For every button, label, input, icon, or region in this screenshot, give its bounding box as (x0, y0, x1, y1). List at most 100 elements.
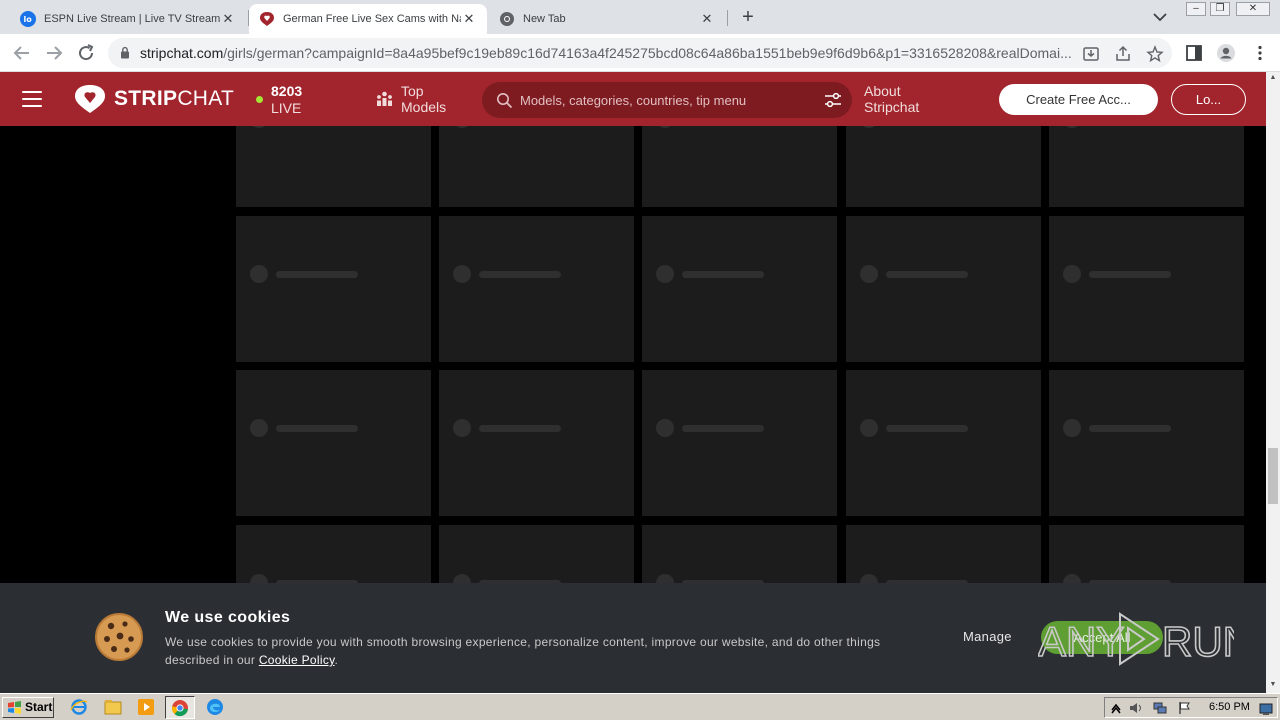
chrome-taskbar-button[interactable] (165, 696, 195, 719)
close-tab-icon[interactable]: ✕ (461, 11, 477, 27)
cookie-banner-title: We use cookies (165, 609, 291, 626)
avatar-placeholder (250, 419, 268, 437)
url-path: /girls/german?campaignId=8a4a95bef9c19eb… (223, 45, 1072, 61)
model-card-placeholder[interactable] (846, 126, 1041, 207)
stripchat-logo[interactable]: STRIPCHAT (74, 84, 234, 114)
cookie-icon (95, 613, 143, 661)
live-status-dot (256, 96, 263, 103)
tab-search-chevron-icon[interactable] (1150, 8, 1170, 26)
model-card-placeholder[interactable] (642, 126, 837, 207)
model-card-placeholder[interactable] (642, 216, 837, 362)
close-window-button[interactable]: ✕ (1236, 2, 1270, 16)
scrollbar-thumb[interactable] (1268, 448, 1278, 504)
internet-explorer-icon[interactable] (70, 698, 88, 716)
name-placeholder-bar (1089, 425, 1171, 432)
url-text: stripchat.com/girls/german?campaignId=8a… (140, 45, 1080, 61)
model-card-placeholder[interactable] (1049, 370, 1244, 516)
avatar-placeholder (860, 265, 878, 283)
name-placeholder-bar (886, 271, 968, 278)
model-card-placeholder[interactable] (642, 370, 837, 516)
windows-taskbar: Start 6:50 PM (0, 693, 1280, 720)
search-icon (497, 93, 513, 109)
show-desktop-icon[interactable] (1259, 702, 1273, 716)
search-input[interactable]: Models, categories, countries, tip menu (482, 82, 852, 118)
tab-divider (727, 10, 728, 26)
cookie-banner: We use cookies We use cookies to provide… (0, 583, 1266, 693)
avatar-placeholder (453, 419, 471, 437)
side-panel-icon[interactable] (1184, 43, 1204, 63)
model-card-placeholder[interactable] (1049, 126, 1244, 207)
cookie-banner-text: We use cookies to provide you with smoot… (165, 633, 905, 669)
model-card-placeholder[interactable] (236, 370, 431, 516)
bookmark-star-icon[interactable] (1146, 45, 1164, 63)
avatar-placeholder (656, 265, 674, 283)
edge-icon[interactable] (206, 698, 224, 716)
close-tab-icon[interactable]: ✕ (220, 11, 236, 27)
file-explorer-icon[interactable] (104, 698, 122, 716)
filter-sliders-icon[interactable] (824, 92, 842, 108)
profile-avatar-icon[interactable] (1216, 43, 1236, 63)
model-card-placeholder[interactable] (846, 216, 1041, 362)
new-tab-button[interactable]: + (736, 6, 760, 30)
cookie-policy-link[interactable]: Cookie Policy (259, 653, 335, 667)
forward-arrow-icon[interactable] (42, 41, 66, 65)
svg-text:RUN: RUN (1162, 618, 1234, 665)
start-button[interactable]: Start (2, 697, 54, 718)
site-header: STRIPCHAT 8203 LIVE Top Models Models, ca… (0, 72, 1266, 126)
model-card-placeholder[interactable] (846, 370, 1041, 516)
browser-tab-espn[interactable]: lo ESPN Live Stream | Live TV Streams ✕ (10, 4, 246, 34)
avatar-placeholder (656, 126, 674, 128)
install-app-icon[interactable] (1082, 45, 1100, 63)
share-icon[interactable] (1114, 45, 1132, 63)
minimize-window-button[interactable]: – (1186, 2, 1206, 16)
tab-title: New Tab (523, 13, 566, 25)
hamburger-menu-icon[interactable] (22, 91, 42, 107)
model-card-placeholder[interactable] (439, 370, 634, 516)
name-placeholder-bar (886, 425, 968, 432)
browser-tab-newtab[interactable]: New Tab ✕ (489, 4, 725, 34)
avatar-placeholder (250, 265, 268, 283)
cookie-banner-period: . (334, 653, 339, 667)
back-arrow-icon[interactable] (10, 41, 34, 65)
reload-icon[interactable] (74, 41, 98, 65)
model-card-placeholder[interactable] (1049, 216, 1244, 362)
address-bar[interactable]: stripchat.com/girls/german?campaignId=8a… (108, 38, 1172, 68)
close-tab-icon[interactable]: ✕ (699, 11, 715, 27)
model-card-placeholder[interactable] (439, 216, 634, 362)
windows-logo-icon (8, 701, 21, 714)
network-icon[interactable] (1153, 701, 1167, 715)
name-placeholder-bar (479, 425, 561, 432)
name-placeholder-bar (479, 271, 561, 278)
search-placeholder: Models, categories, countries, tip menu (520, 93, 747, 108)
live-label: LIVE (271, 100, 302, 116)
avatar-placeholder (1063, 419, 1081, 437)
about-stripchat-link[interactable]: About Stripchat (864, 83, 919, 115)
avatar-placeholder (1063, 126, 1081, 128)
browser-toolbar: stripchat.com/girls/german?campaignId=8a… (0, 34, 1280, 72)
brand-name: STRIPCHAT (114, 87, 235, 110)
media-player-icon[interactable] (137, 698, 155, 716)
restore-window-button[interactable]: ❐ (1210, 2, 1230, 16)
about-label-line2: Stripchat (864, 99, 920, 115)
live-count: 8203 (271, 83, 303, 99)
tab-title: ESPN Live Stream | Live TV Streams (44, 13, 220, 25)
action-center-flag-icon[interactable] (1177, 701, 1191, 715)
model-card-placeholder[interactable] (236, 216, 431, 362)
manage-cookies-button[interactable]: Manage (963, 629, 1012, 644)
scroll-down-arrow-icon[interactable]: ▼ (1266, 679, 1280, 691)
volume-icon[interactable] (1129, 701, 1143, 715)
login-button[interactable]: Lo... (1171, 84, 1246, 115)
scroll-up-arrow-icon[interactable]: ▲ (1266, 72, 1280, 84)
create-account-button[interactable]: Create Free Acc... (999, 84, 1158, 115)
model-card-placeholder[interactable] (236, 126, 431, 207)
avatar-placeholder (1063, 265, 1081, 283)
kebab-menu-icon[interactable] (1250, 43, 1270, 63)
page-scrollbar[interactable]: ▲ ▼ (1266, 72, 1280, 693)
show-hidden-icons-icon[interactable] (1109, 701, 1123, 715)
top-models-icon (377, 91, 392, 106)
start-label: Start (25, 700, 53, 714)
browser-tab-stripchat[interactable]: German Free Live Sex Cams with Na ✕ (249, 4, 487, 34)
anyrun-watermark-logo: ANY RUN (1038, 612, 1234, 666)
model-card-placeholder[interactable] (439, 126, 634, 207)
url-host: stripchat.com (140, 45, 224, 61)
